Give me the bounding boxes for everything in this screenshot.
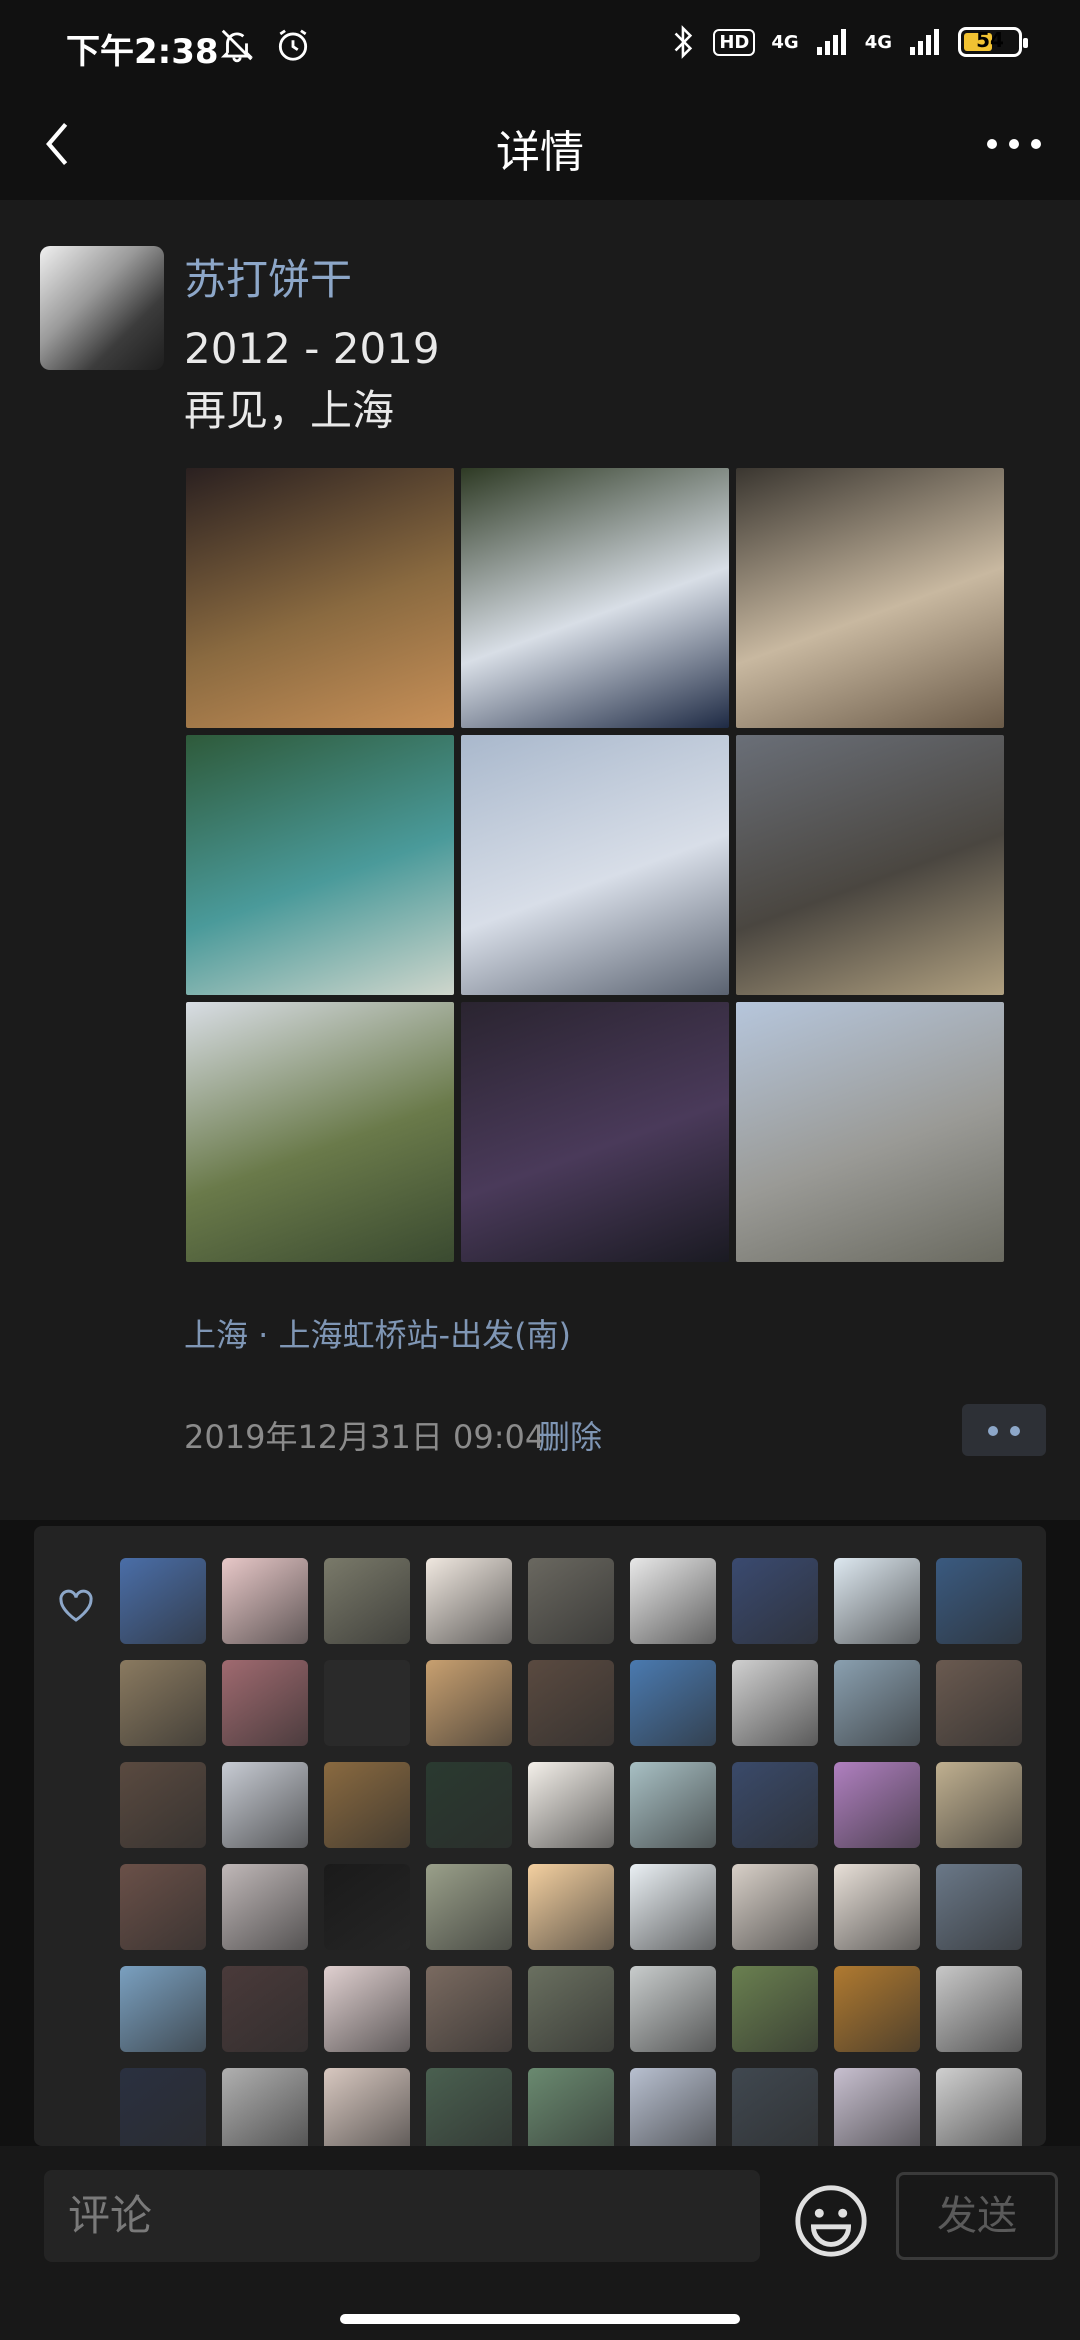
- liker-avatar[interactable]: [426, 2068, 512, 2146]
- liker-avatar[interactable]: [426, 1660, 512, 1746]
- liker-avatar[interactable]: [324, 2068, 410, 2146]
- liker-avatar[interactable]: [222, 1864, 308, 1950]
- dot-icon: [988, 1426, 998, 1436]
- battery-icon: 54: [958, 27, 1028, 57]
- liker-avatar[interactable]: [630, 1558, 716, 1644]
- liker-avatar[interactable]: [324, 1558, 410, 1644]
- liker-avatar[interactable]: [222, 1762, 308, 1848]
- liker-avatar[interactable]: [630, 1660, 716, 1746]
- page-title: 详情: [496, 127, 584, 178]
- liker-avatar[interactable]: [222, 1966, 308, 2052]
- battery-percent: 54: [976, 28, 1004, 52]
- status-bar: 下午2:38 HD 4G 4G 54: [0, 0, 1080, 90]
- liker-avatar[interactable]: [732, 1558, 818, 1644]
- dot-icon: [1010, 1426, 1020, 1436]
- post: 苏打饼干 2012 - 2019 再见，上海 上海 · 上海虹桥站-出发(南) …: [0, 200, 1080, 1520]
- liker-avatar[interactable]: [936, 1966, 1022, 2052]
- liker-avatar[interactable]: [222, 1558, 308, 1644]
- liker-avatar[interactable]: [324, 1966, 410, 2052]
- emoji-icon[interactable]: [792, 2182, 870, 2260]
- post-photo[interactable]: [736, 735, 1004, 995]
- liker-avatar[interactable]: [222, 2068, 308, 2146]
- liker-avatar[interactable]: [936, 1864, 1022, 1950]
- post-timestamp: 2019年12月31日 09:04: [184, 1418, 546, 1456]
- liker-avatar[interactable]: [120, 1966, 206, 2052]
- liker-avatar[interactable]: [426, 1762, 512, 1848]
- mute-icon: [220, 29, 254, 63]
- likes-panel: [34, 1526, 1046, 2146]
- comment-like-menu-button[interactable]: [962, 1404, 1046, 1456]
- post-photo[interactable]: [736, 468, 1004, 728]
- heart-icon: [59, 1589, 93, 1622]
- liker-avatar[interactable]: [120, 1660, 206, 1746]
- liker-avatar[interactable]: [732, 1660, 818, 1746]
- avatar[interactable]: [40, 246, 164, 370]
- liker-avatar[interactable]: [936, 1660, 1022, 1746]
- liker-avatar[interactable]: [120, 2068, 206, 2146]
- liker-avatar[interactable]: [732, 1864, 818, 1950]
- hd-badge: HD: [713, 28, 756, 56]
- post-photo[interactable]: [736, 1002, 1004, 1262]
- liker-avatar[interactable]: [222, 1660, 308, 1746]
- post-photo[interactable]: [186, 735, 454, 995]
- post-location[interactable]: 上海 · 上海虹桥站-出发(南): [184, 1310, 571, 1356]
- post-photo[interactable]: [461, 1002, 729, 1262]
- liker-avatar[interactable]: [324, 1660, 410, 1746]
- liker-avatar[interactable]: [426, 1864, 512, 1950]
- post-photo[interactable]: [186, 468, 454, 728]
- liker-avatar[interactable]: [528, 1762, 614, 1848]
- liker-avatar[interactable]: [834, 1864, 920, 1950]
- send-button[interactable]: 发送: [896, 2172, 1058, 2260]
- signal-icon: [910, 29, 939, 55]
- liker-avatar[interactable]: [630, 2068, 716, 2146]
- more-icon[interactable]: [984, 134, 1044, 154]
- liker-avatar[interactable]: [528, 2068, 614, 2146]
- liker-avatar[interactable]: [324, 1762, 410, 1848]
- liker-avatar[interactable]: [120, 1864, 206, 1950]
- photo-grid: [186, 468, 1004, 1262]
- post-username[interactable]: 苏打饼干: [184, 246, 352, 307]
- signal-icon: [816, 29, 846, 55]
- liker-avatar[interactable]: [426, 1966, 512, 2052]
- comment-bar: 评论 发送: [0, 2146, 1080, 2340]
- post-text: 2012 - 2019 再见，上海: [184, 324, 440, 435]
- comment-input[interactable]: 评论: [44, 2170, 760, 2262]
- liker-avatar[interactable]: [630, 1864, 716, 1950]
- liker-avatar[interactable]: [528, 1864, 614, 1950]
- bluetooth-icon: [674, 25, 693, 59]
- home-indicator[interactable]: [340, 2314, 740, 2324]
- liker-avatar[interactable]: [732, 2068, 818, 2146]
- liker-avatar[interactable]: [834, 1762, 920, 1848]
- network-type-2: 4G: [864, 31, 892, 53]
- liker-avatar[interactable]: [732, 1966, 818, 2052]
- liker-avatar[interactable]: [630, 1966, 716, 2052]
- liker-avatar[interactable]: [834, 1660, 920, 1746]
- delete-button[interactable]: 删除: [538, 1412, 602, 1458]
- likes-avatar-grid: [120, 1558, 1022, 2146]
- liker-avatar[interactable]: [834, 1558, 920, 1644]
- liker-avatar[interactable]: [732, 1762, 818, 1848]
- status-time: 下午2:38: [66, 32, 219, 72]
- post-photo[interactable]: [461, 468, 729, 728]
- liker-avatar[interactable]: [120, 1558, 206, 1644]
- status-right: HD 4G 4G 54: [671, 24, 1028, 60]
- liker-avatar[interactable]: [120, 1762, 206, 1848]
- network-type-1: 4G: [771, 31, 799, 53]
- liker-avatar[interactable]: [936, 2068, 1022, 2146]
- liker-avatar[interactable]: [834, 1966, 920, 2052]
- liker-avatar[interactable]: [528, 1966, 614, 2052]
- liker-avatar[interactable]: [936, 1558, 1022, 1644]
- nav-bar: 详情: [0, 90, 1080, 200]
- liker-avatar[interactable]: [630, 1762, 716, 1848]
- liker-avatar[interactable]: [936, 1762, 1022, 1848]
- alarm-icon: [278, 29, 308, 61]
- liker-avatar[interactable]: [528, 1558, 614, 1644]
- liker-avatar[interactable]: [528, 1660, 614, 1746]
- liker-avatar[interactable]: [426, 1558, 512, 1644]
- post-photo[interactable]: [461, 735, 729, 995]
- liker-avatar[interactable]: [834, 2068, 920, 2146]
- post-photo[interactable]: [186, 1002, 454, 1262]
- liker-avatar[interactable]: [324, 1864, 410, 1950]
